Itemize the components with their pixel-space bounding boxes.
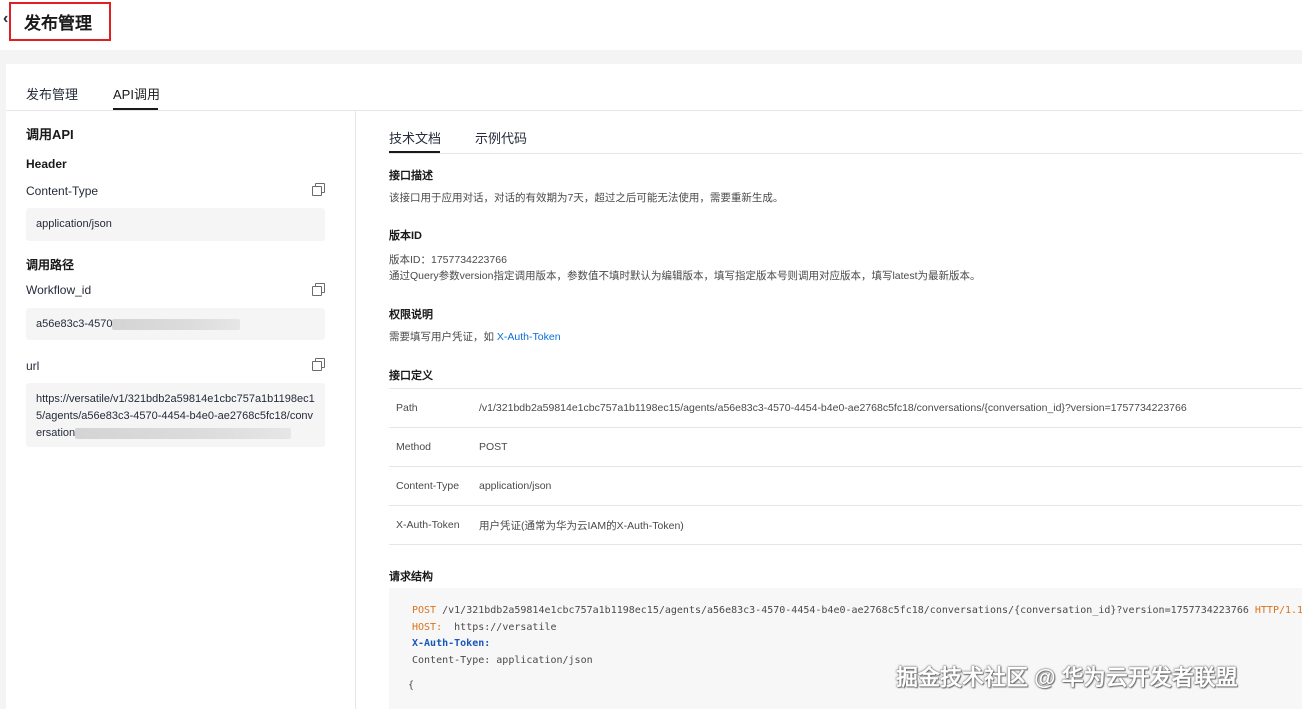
doc-tabs: 技术文档 示例代码 — [389, 111, 1302, 154]
page-header: ‹ 发布管理 — [0, 0, 1302, 50]
url-line: 5/agents/a56e83c3-4570-4454-b4e0-ae2768c… — [36, 410, 314, 422]
code-line: POST /v1/321bdb2a59814e1cbc757a1b1198ec1… — [412, 603, 1302, 620]
workflow-id-label: Workflow_id — [26, 283, 92, 297]
redacted-blur — [75, 427, 292, 439]
watermark: 掘金技术社区 @ 华为云开发者联盟 — [896, 665, 1238, 690]
copy-icon[interactable] — [312, 283, 325, 296]
active-subtab-indicator — [389, 151, 440, 153]
content-type-value: application/json — [26, 208, 325, 241]
table-row: Method POST — [389, 427, 1302, 467]
active-tab-indicator — [113, 108, 158, 110]
row-value: 用户凭证(通常为华为云IAM的X-Auth-Token) — [479, 505, 1302, 545]
code-line: HOST: https://versatile — [412, 620, 1302, 637]
main-tabs: 发布管理 API调用 — [6, 64, 1302, 111]
row-key: Path — [389, 388, 479, 428]
version-desc-text: 通过Query参数version指定调用版本，参数值不填时默认为编辑版本，填写指… — [389, 270, 981, 282]
code-host-key: HOST: — [412, 621, 443, 633]
auth-title: 权限说明 — [389, 309, 433, 321]
url-value: https://versatile/v1/321bdb2a59814e1cbc7… — [26, 383, 325, 447]
tab-sample-code[interactable]: 示例代码 — [475, 128, 527, 147]
request-structure-title: 请求结构 — [389, 571, 433, 583]
code-token-key: X-Auth-Token: — [412, 638, 491, 649]
table-row: X-Auth-Token 用户凭证(通常为华为云IAM的X-Auth-Token… — [389, 505, 1302, 545]
header-section-title: Header — [26, 157, 67, 171]
tab-api-call[interactable]: API调用 — [113, 84, 160, 103]
redacted-blur — [112, 318, 241, 330]
path-section-title: 调用路径 — [26, 258, 75, 272]
row-key: Method — [389, 427, 479, 467]
table-row: Content-Type application/json — [389, 466, 1302, 506]
page-title: 发布管理 — [24, 14, 92, 33]
copy-icon[interactable] — [312, 183, 325, 196]
code-path: /v1/321bdb2a59814e1cbc757a1b1198ec15/age… — [436, 605, 1255, 616]
def-title: 接口定义 — [389, 370, 433, 382]
workflow-id-text: a56e83c3-4570 — [36, 318, 113, 330]
url-line-text: ersation — [36, 427, 76, 439]
tab-publish-management[interactable]: 发布管理 — [26, 84, 78, 103]
doc-panel: 技术文档 示例代码 接口描述 该接口用于应用对话，对话的有效期为7天，超过之后可… — [357, 111, 1302, 709]
row-key: X-Auth-Token — [389, 505, 479, 545]
url-line: https://versatile/v1/321bdb2a59814e1cbc7… — [36, 393, 315, 405]
copy-icon[interactable] — [312, 358, 325, 371]
content-card: 发布管理 API调用 调用API Header Content-Type app… — [6, 64, 1302, 709]
auth-text: 需要填写用户凭证，如 X-Auth-Token — [389, 329, 561, 344]
auth-desc: 需要填写用户凭证，如 — [389, 331, 494, 343]
version-id-text: 版本ID：1757734223766 — [389, 254, 507, 266]
row-key: Content-Type — [389, 466, 479, 506]
url-line: ersation — [36, 425, 315, 442]
row-value: /v1/321bdb2a59814e1cbc757a1b1198ec15/age… — [479, 388, 1302, 428]
definition-table: Path /v1/321bdb2a59814e1cbc757a1b1198ec1… — [389, 388, 1302, 545]
desc-title: 接口描述 — [389, 170, 433, 182]
api-call-panel: 调用API Header Content-Type application/js… — [6, 111, 356, 709]
table-row: Path /v1/321bdb2a59814e1cbc757a1b1198ec1… — [389, 388, 1302, 428]
panel-title: 调用API — [26, 127, 74, 142]
content-type-text: application/json — [36, 218, 112, 230]
tab-tech-doc[interactable]: 技术文档 — [389, 128, 441, 147]
chevron-left-icon[interactable]: ‹ — [3, 10, 8, 28]
code-method: POST — [412, 605, 437, 616]
desc-text: 该接口用于应用对话，对话的有效期为7天，超过之后可能无法使用，需要重新生成。 — [389, 192, 784, 204]
url-label: url — [26, 359, 40, 373]
code-host-val: https://versatile — [442, 621, 557, 633]
code-proto: HTTP/1.1 — [1254, 605, 1302, 616]
workflow-id-value: a56e83c3-4570 — [26, 308, 325, 340]
row-value: application/json — [479, 466, 1302, 506]
code-line: X-Auth-Token: — [412, 636, 1302, 653]
row-value: POST — [479, 427, 1302, 467]
content-type-label: Content-Type — [26, 184, 99, 198]
version-title: 版本ID — [389, 230, 422, 242]
auth-token-link[interactable]: X-Auth-Token — [497, 331, 561, 343]
